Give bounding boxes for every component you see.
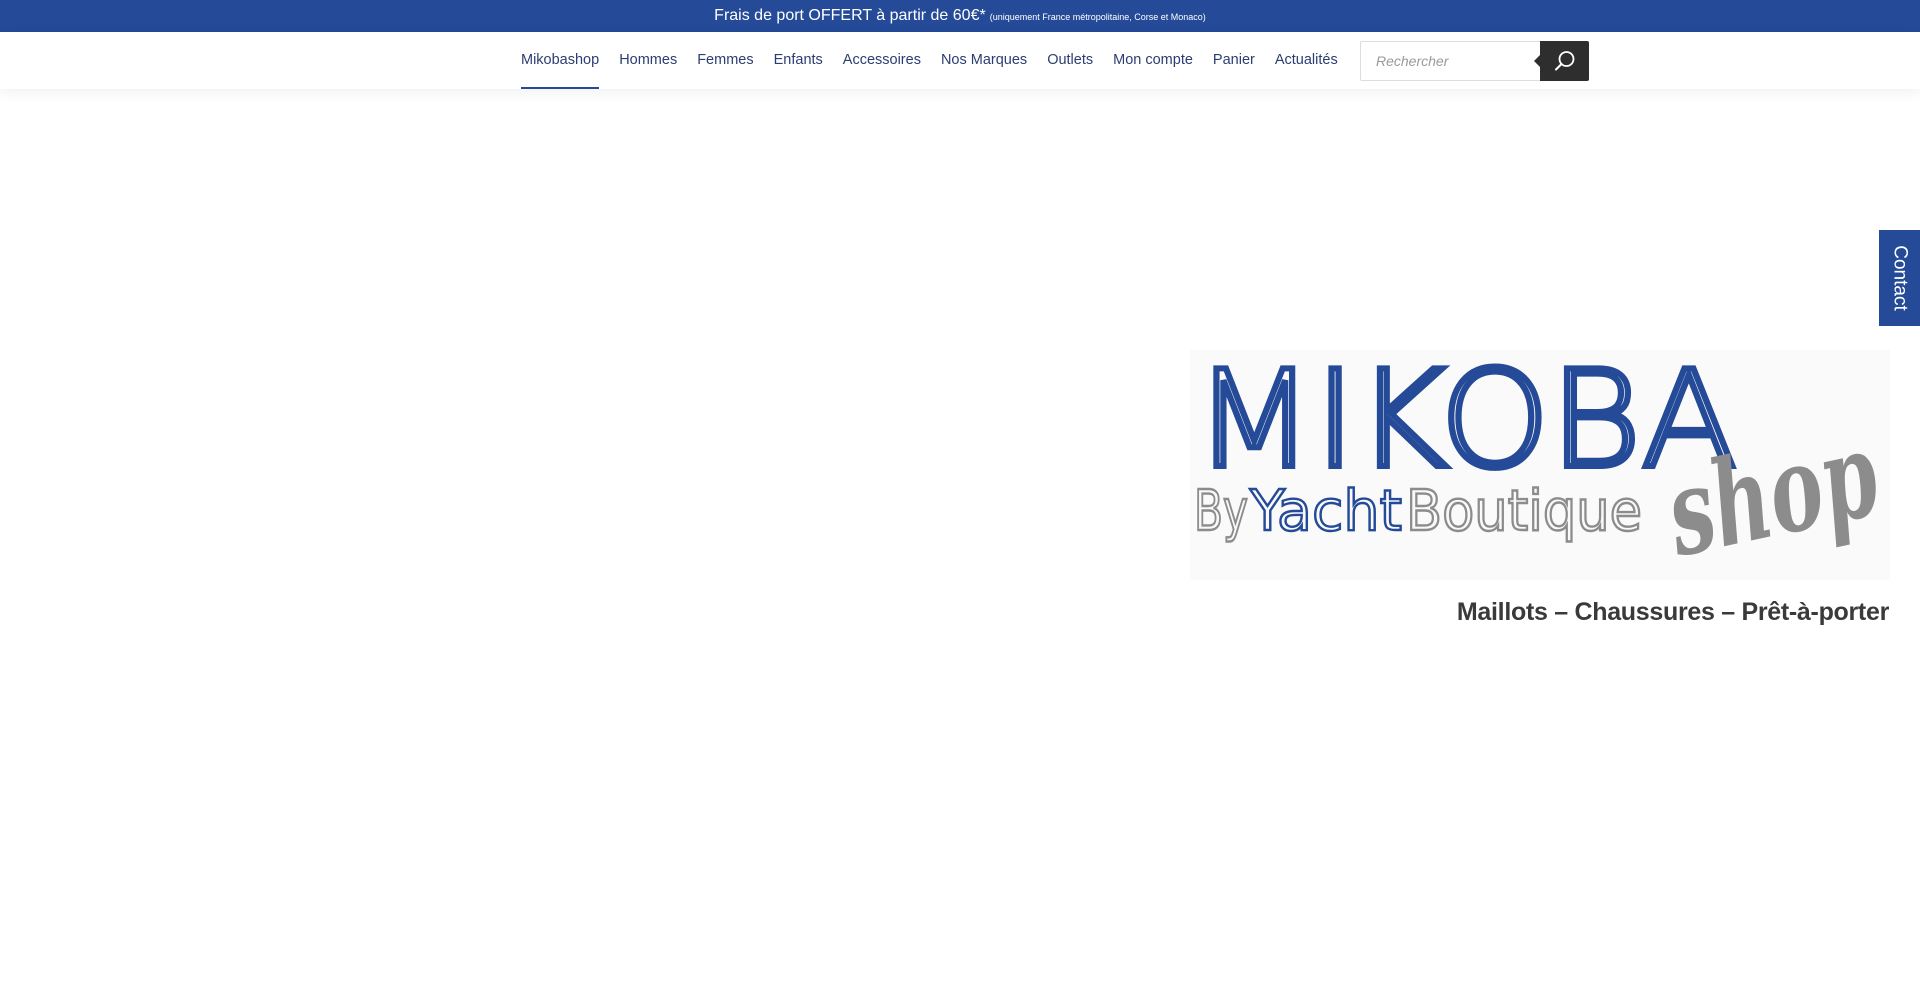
nav-item-panier[interactable]: Panier: [1213, 32, 1255, 89]
logo-yacht: Yacht: [1249, 479, 1402, 544]
logo-boutique: Boutique: [1406, 479, 1642, 544]
logo-by: By: [1194, 479, 1248, 544]
nav-item-femmes[interactable]: Femmes: [697, 32, 753, 89]
nav-item-mikobashop[interactable]: Mikobashop: [521, 32, 600, 89]
nav-item-nos-marques[interactable]: Nos Marques: [941, 32, 1027, 89]
search-input[interactable]: [1360, 41, 1541, 81]
main-navigation: Mikobashop Hommes Femmes Enfants Accesso…: [0, 32, 1920, 89]
nav-item-accessoires[interactable]: Accessoires: [843, 32, 921, 89]
mikoba-shop-logo: MIKOBA By Yacht Boutique shop: [1190, 350, 1890, 580]
contact-tab-label: Contact: [1889, 245, 1911, 311]
nav-item-outlets[interactable]: Outlets: [1047, 32, 1093, 89]
contact-tab[interactable]: Contact: [1879, 230, 1920, 326]
logo-mikoba: MIKOBA: [1194, 350, 1737, 498]
announcement-bar: Frais de port OFFERT à partir de 60€* (u…: [0, 0, 1920, 32]
search-button[interactable]: [1534, 41, 1589, 81]
search-icon: [1554, 51, 1574, 71]
nav-menu: Mikobashop Hommes Femmes Enfants Accesso…: [521, 32, 1358, 89]
nav-item-mon-compte[interactable]: Mon compte: [1113, 32, 1193, 89]
search-form: [1360, 41, 1589, 81]
hero-tagline: Maillots – Chaussures – Prêt-à-porter: [1456, 598, 1889, 626]
nav-item-enfants[interactable]: Enfants: [774, 32, 823, 89]
nav-item-actualites[interactable]: Actualités: [1275, 32, 1338, 89]
announcement-text: Frais de port OFFERT à partir de 60€*: [714, 7, 986, 24]
announcement-note: (uniquement France métropolitaine, Corse…: [989, 12, 1206, 22]
nav-item-hommes[interactable]: Hommes: [619, 32, 677, 89]
